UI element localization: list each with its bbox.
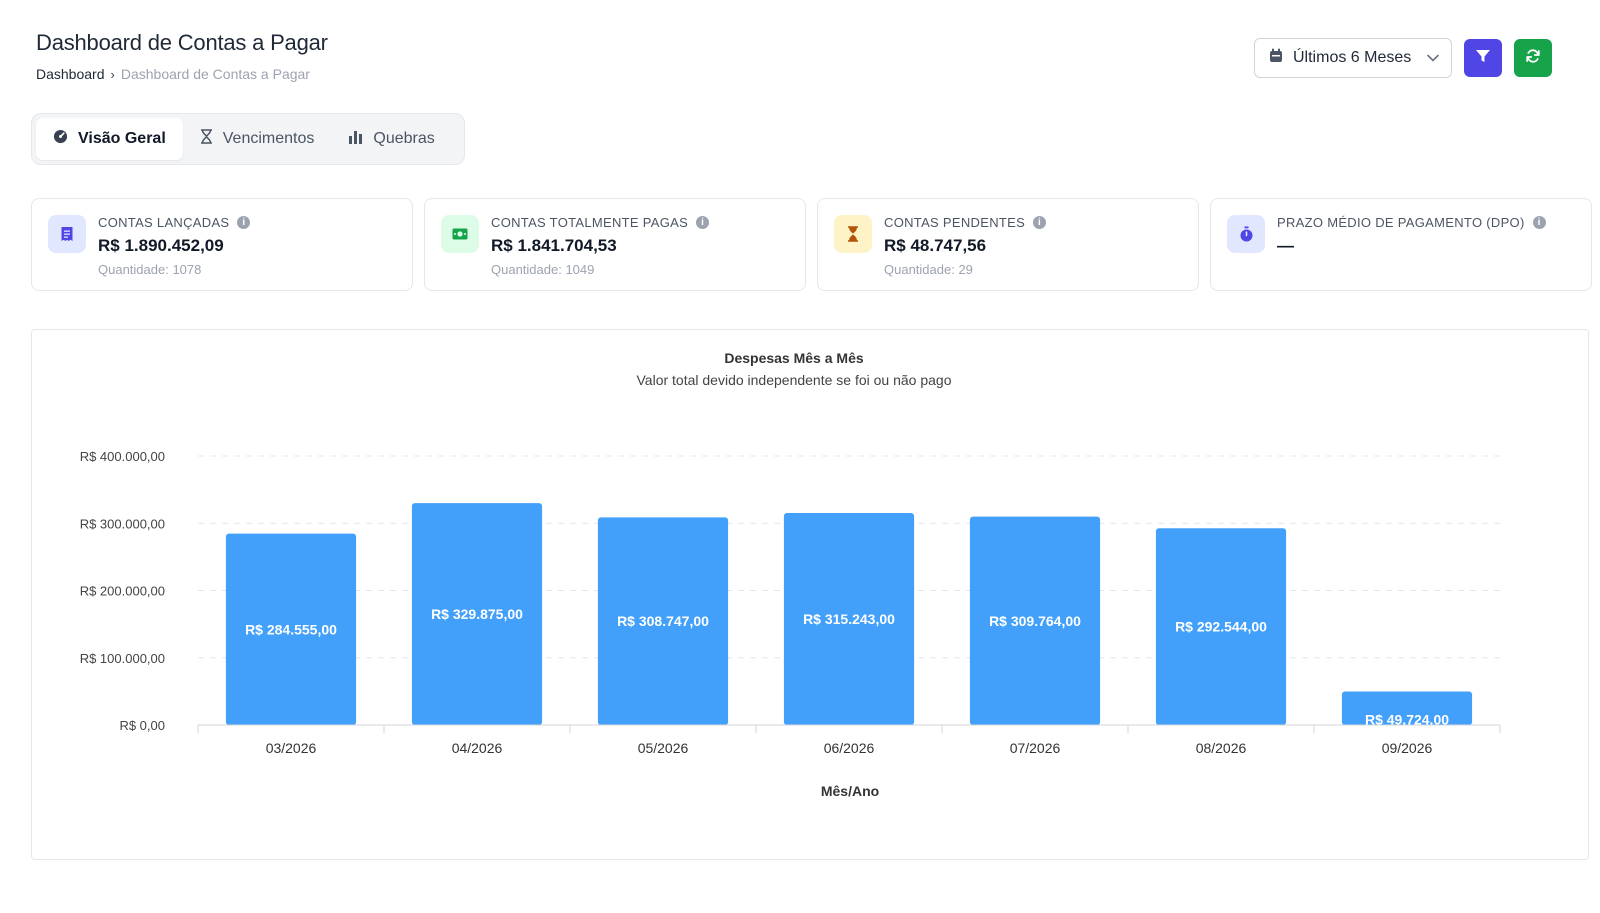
tab-label: Quebras (373, 130, 435, 147)
bar-value-label: R$ 329.875,00 (431, 606, 523, 622)
tab-visao-geral[interactable]: Visão Geral (36, 118, 183, 160)
chevron-down-icon (1427, 49, 1439, 67)
info-icon[interactable]: i (1532, 216, 1546, 229)
bar-value-label: R$ 292.544,00 (1175, 619, 1267, 635)
info-icon[interactable]: i (696, 216, 710, 229)
x-tick-label: 05/2026 (638, 740, 689, 756)
toolbar: Últimos 6 Meses (1254, 38, 1552, 78)
bar-value-label: R$ 309.764,00 (989, 613, 1081, 629)
y-tick-label: R$ 100.000,00 (80, 651, 165, 666)
kpi-contas-totalmente-pagas: CONTAS TOTALMENTE PAGAS i R$ 1.841.704,53… (424, 198, 806, 291)
kpi-cards: CONTAS LANÇADAS i R$ 1.890.452,09 Quantid… (31, 198, 1592, 291)
chart-card: Despesas Mês a Mês Valor total devido in… (31, 329, 1589, 860)
hourglass-icon (834, 215, 872, 253)
dashboard-icon (53, 129, 68, 149)
bar-chart-icon (348, 130, 363, 149)
tab-label: Visão Geral (78, 130, 166, 147)
y-tick-label: R$ 200.000,00 (80, 584, 165, 599)
kpi-label: CONTAS TOTALMENTE PAGAS (491, 215, 689, 230)
y-tick-label: R$ 0,00 (119, 718, 165, 733)
page-header: Dashboard de Contas a Pagar Dashboard › … (36, 30, 328, 82)
x-tick-label: 06/2026 (824, 740, 875, 756)
kpi-prazo-medio-pagamento: PRAZO MÉDIO DE PAGAMENTO (DPO) i — (1210, 198, 1592, 291)
refresh-button[interactable] (1514, 39, 1552, 77)
chart-subtitle: Valor total devido independente se foi o… (637, 372, 952, 388)
x-tick-label: 07/2026 (1010, 740, 1061, 756)
kpi-label: CONTAS LANÇADAS (98, 215, 230, 230)
kpi-value: — (1277, 236, 1294, 255)
chart-title: Despesas Mês a Mês (724, 350, 864, 366)
kpi-quantity: Quantidade: 29 (884, 262, 973, 277)
x-tick-label: 04/2026 (452, 740, 503, 756)
kpi-label: CONTAS PENDENTES (884, 215, 1026, 230)
x-tick-label: 09/2026 (1382, 740, 1433, 756)
period-select-value: Últimos 6 Meses (1293, 49, 1412, 66)
x-axis-title: Mês/Ano (821, 783, 879, 799)
y-tick-label: R$ 300.000,00 (80, 516, 165, 531)
x-tick-label: 08/2026 (1196, 740, 1247, 756)
receipt-icon (48, 215, 86, 253)
x-tick-label: 03/2026 (266, 740, 317, 756)
bar-chart: Despesas Mês a Mês Valor total devido in… (80, 350, 1501, 799)
bar-value-label: R$ 315.243,00 (803, 611, 895, 627)
stopwatch-icon (1227, 215, 1265, 253)
kpi-value: R$ 1.890.452,09 (98, 236, 224, 255)
breadcrumb-item-current: Dashboard de Contas a Pagar (120, 66, 310, 82)
kpi-value: R$ 1.841.704,53 (491, 236, 617, 255)
tab-bar: Visão Geral Vencimentos Quebras (31, 113, 465, 165)
page-title: Dashboard de Contas a Pagar (36, 30, 328, 55)
refresh-icon (1525, 48, 1541, 69)
filter-icon (1475, 48, 1491, 69)
info-icon[interactable]: i (1033, 216, 1047, 229)
kpi-quantity: Quantidade: 1049 (491, 262, 595, 277)
bar-value-label: R$ 308.747,00 (617, 613, 709, 629)
breadcrumb-separator: › (110, 66, 115, 82)
kpi-contas-pendentes: CONTAS PENDENTES i R$ 48.747,56 Quantidad… (817, 198, 1199, 291)
hourglass-icon (200, 129, 213, 149)
tab-quebras[interactable]: Quebras (331, 118, 451, 160)
kpi-quantity: Quantidade: 1078 (98, 262, 202, 277)
breadcrumb: Dashboard › Dashboard de Contas a Pagar (36, 66, 328, 82)
tab-vencimentos[interactable]: Vencimentos (183, 118, 332, 160)
tab-label: Vencimentos (222, 130, 315, 147)
calendar-icon (1269, 48, 1283, 68)
bar-value-label: R$ 284.555,00 (245, 621, 337, 637)
breadcrumb-item-dashboard[interactable]: Dashboard (36, 66, 105, 82)
y-tick-label: R$ 400.000,00 (80, 449, 165, 464)
filter-button[interactable] (1464, 39, 1502, 77)
kpi-label: PRAZO MÉDIO DE PAGAMENTO (DPO) (1277, 215, 1525, 230)
kpi-contas-lancadas: CONTAS LANÇADAS i R$ 1.890.452,09 Quantid… (31, 198, 413, 291)
money-icon (441, 215, 479, 253)
info-icon[interactable]: i (237, 216, 251, 229)
period-select[interactable]: Últimos 6 Meses (1254, 38, 1452, 78)
kpi-value: R$ 48.747,56 (884, 236, 987, 255)
